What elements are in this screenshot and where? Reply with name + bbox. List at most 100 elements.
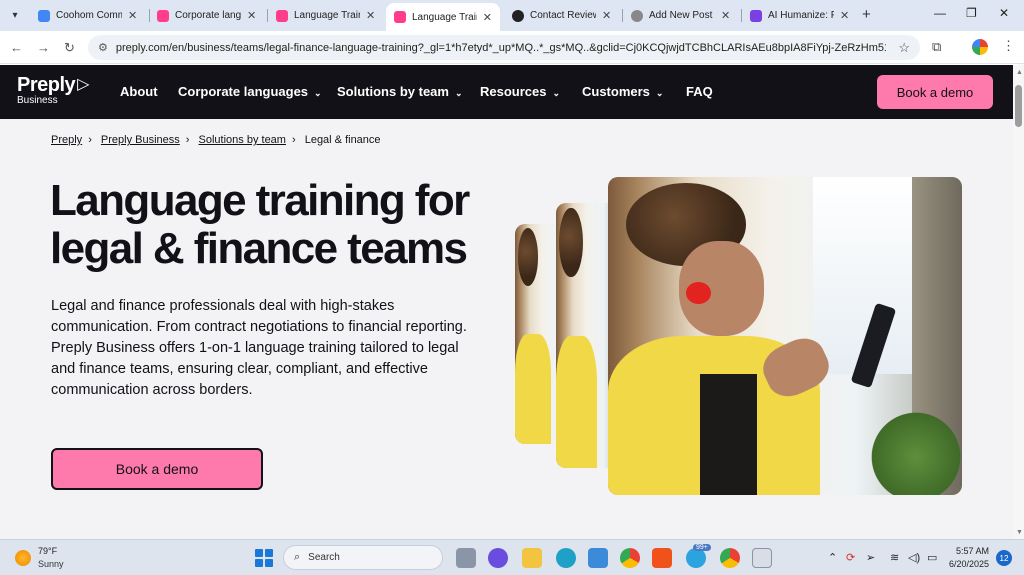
store-icon[interactable] [588, 548, 608, 568]
notification-badge[interactable]: 12 [996, 550, 1012, 566]
preply-favicon-icon [394, 11, 406, 23]
site-settings-icon[interactable]: ⚙ [98, 41, 108, 54]
tab-4[interactable]: Contact Review ✕ [504, 3, 622, 28]
taskbar-search[interactable]: ⌕ Search [283, 545, 443, 570]
tab-0[interactable]: Coohom Commi ✕ [30, 3, 148, 28]
page-viewport: Preply ▷ Business About Corporate languag… [0, 65, 1013, 539]
send-icon[interactable]: ➢ [866, 551, 875, 564]
tab-5[interactable]: Add New Post ✕ [623, 3, 741, 28]
breadcrumb-preply[interactable]: Preply [51, 134, 82, 146]
hero-image-woman-with-phone [608, 177, 962, 495]
chrome-icon[interactable] [620, 548, 640, 568]
logo-wordmark: Preply [17, 74, 76, 96]
tab-title: Add New Post [649, 10, 713, 21]
chevron-up-icon[interactable]: ⌃ [828, 551, 837, 564]
forward-icon[interactable]: → [37, 40, 50, 55]
logo-sub: Business [17, 95, 58, 106]
file-explorer-icon[interactable] [522, 548, 542, 568]
volume-icon[interactable]: ◁) [908, 551, 920, 564]
tab-2[interactable]: Language Traini ✕ [268, 3, 386, 28]
close-icon[interactable]: ✕ [366, 9, 375, 22]
nav-resources[interactable]: Resources ⌄ [480, 84, 560, 99]
tab-title: Contact Review [530, 10, 596, 21]
profile-avatar[interactable] [972, 39, 988, 55]
nav-about[interactable]: About [120, 84, 158, 99]
url-field[interactable]: ⚙ preply.com/en/business/teams/legal-fin… [88, 35, 920, 60]
chevron-down-icon: ⌄ [655, 88, 664, 98]
tab-title: Language Traini [294, 10, 360, 21]
preply-favicon-icon [157, 9, 169, 22]
search-icon: ⌕ [294, 551, 301, 563]
hero-book-demo-button[interactable]: Book a demo [51, 448, 263, 490]
tab-title: AI Humanize: Fr [768, 10, 834, 21]
nav-customers[interactable]: Customers ⌄ [582, 84, 663, 99]
address-toolbar: ← → ↻ ⚙ preply.com/en/business/teams/leg… [0, 31, 1024, 64]
wifi-icon[interactable]: ≋ [890, 551, 899, 564]
extensions-icon[interactable]: ⧉ [932, 39, 941, 55]
meet-icon[interactable] [488, 548, 508, 568]
brave-icon[interactable] [652, 548, 672, 568]
menu-kebab-icon[interactable]: ⋮ [1002, 38, 1015, 54]
snipping-tool-icon[interactable] [752, 548, 772, 568]
weather-temp[interactable]: 79°F [38, 546, 57, 556]
header-book-demo-button[interactable]: Book a demo [877, 75, 993, 109]
scrollbar-thumb[interactable] [1015, 85, 1022, 127]
breadcrumb-preply-business[interactable]: Preply Business [101, 134, 180, 146]
close-icon[interactable]: ✕ [602, 9, 611, 22]
preply-business-logo[interactable]: Preply ▷ Business [17, 74, 89, 106]
bookmark-star-icon[interactable]: ☆ [898, 40, 910, 56]
telegram-badge: 99+ [693, 544, 711, 551]
logo-mark-icon: ▷ [77, 76, 90, 93]
search-label: Search [308, 552, 340, 563]
weather-condition[interactable]: Sunny [38, 559, 64, 569]
windows-start-icon[interactable] [255, 549, 273, 567]
breadcrumb-current: Legal & finance [304, 134, 381, 146]
reload-icon[interactable]: ↻ [64, 40, 75, 56]
tab-title: Language Traini [412, 11, 477, 23]
breadcrumb: Preply › Preply Business › Solutions by te… [51, 134, 381, 146]
chevron-down-icon: ⌄ [314, 88, 322, 98]
telegram-icon[interactable] [686, 548, 706, 568]
back-icon[interactable]: ← [10, 40, 23, 55]
clock-date[interactable]: 6/20/2025 [949, 559, 989, 569]
window-close-icon[interactable]: ✕ [999, 6, 1009, 20]
battery-icon[interactable]: ▭ [927, 551, 937, 564]
page-scrollbar[interactable]: ▲ ▼ [1013, 65, 1024, 539]
sync-icon[interactable]: ⟳ [846, 551, 855, 564]
hero-description: Legal and finance professionals deal wit… [51, 298, 467, 398]
scroll-down-icon[interactable]: ▼ [1016, 529, 1023, 536]
site-header: Preply ▷ Business About Corporate languag… [0, 65, 1013, 119]
tab-6[interactable]: AI Humanize: Fr ✕ [742, 3, 860, 28]
nav-corporate-languages[interactable]: Corporate languages ⌄ [178, 84, 322, 99]
minimize-icon[interactable]: — [934, 6, 946, 20]
tab-3-active[interactable]: Language Traini ✕ [386, 3, 500, 31]
nav-faq[interactable]: FAQ [686, 84, 713, 99]
page-title: Language training for legal & finance te… [50, 176, 470, 273]
scroll-up-icon[interactable]: ▲ [1016, 69, 1023, 76]
preply-favicon-icon [276, 9, 288, 22]
tab-1[interactable]: Corporate langu ✕ [149, 3, 267, 28]
task-view-icon[interactable] [456, 548, 476, 568]
nav-solutions-by-team[interactable]: Solutions by team ⌄ [337, 84, 463, 99]
new-tab-icon[interactable]: + [862, 6, 871, 23]
edge-icon[interactable] [556, 548, 576, 568]
globe-favicon-icon [631, 9, 643, 22]
close-icon[interactable]: ✕ [128, 9, 137, 22]
restore-icon[interactable]: ❐ [966, 6, 977, 20]
close-icon[interactable]: ✕ [247, 9, 256, 22]
close-icon[interactable]: ✕ [721, 9, 730, 22]
breadcrumb-solutions-by-team[interactable]: Solutions by team [199, 134, 286, 146]
tab-title: Coohom Commi [56, 10, 122, 21]
close-icon[interactable]: ✕ [840, 9, 849, 22]
chrome-profile-icon[interactable] [720, 548, 740, 568]
humanize-favicon-icon [750, 9, 762, 22]
tab-search-icon[interactable]: ▾ [5, 5, 25, 25]
url-text[interactable]: preply.com/en/business/teams/legal-finan… [116, 42, 886, 54]
google-favicon-icon [38, 9, 50, 22]
chevron-down-icon: ⌄ [552, 88, 561, 98]
sun-weather-icon[interactable] [15, 550, 31, 566]
clock-time[interactable]: 5:57 AM [956, 546, 989, 556]
close-icon[interactable]: ✕ [483, 11, 492, 24]
taskbar: 79°F Sunny ⌕ Search 99+ ⌃ ⟳ ➢ ≋ ◁) ▭ 5:5… [0, 539, 1024, 575]
tab-bar: ▾ Coohom Commi ✕ Corporate langu ✕ Langu… [0, 0, 1024, 31]
